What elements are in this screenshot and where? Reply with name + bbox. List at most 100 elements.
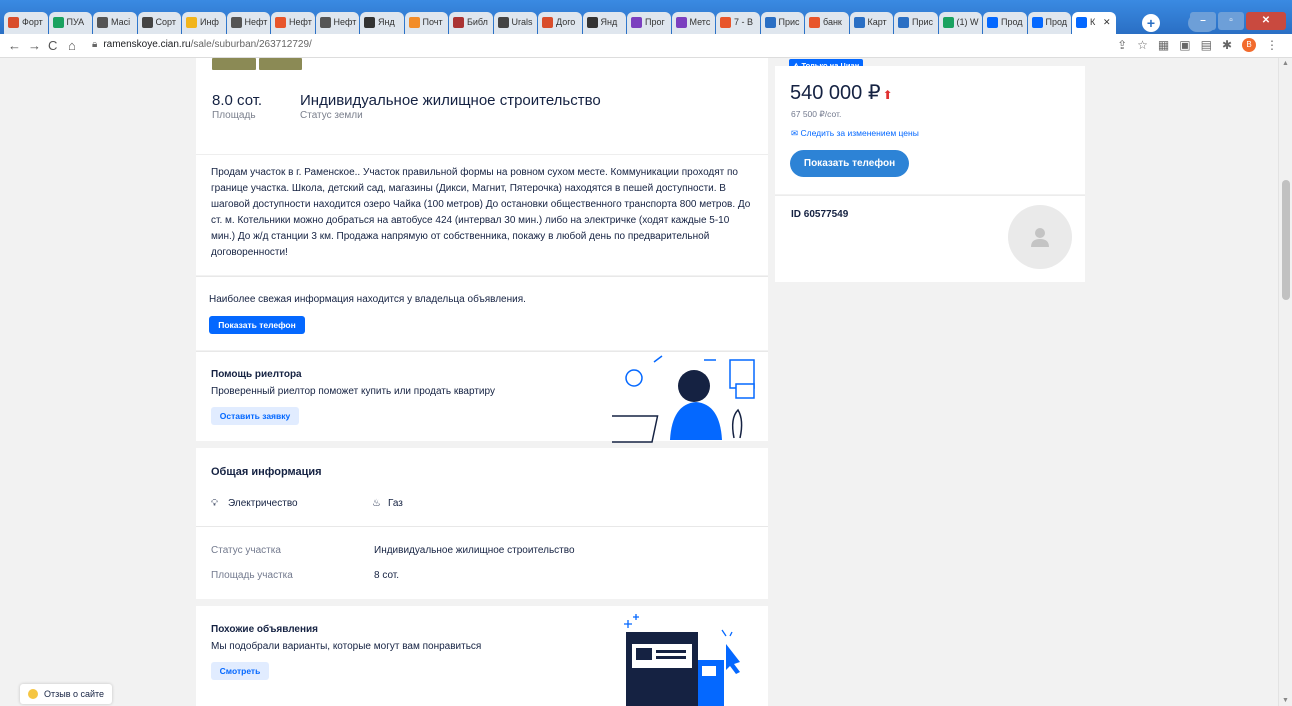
track-price-link[interactable]: ✉ Следить за изменением цены	[791, 128, 919, 139]
browser-tab[interactable]: Прод	[983, 12, 1027, 34]
page-scrollbar[interactable]: ▲ ▼	[1278, 58, 1292, 706]
tab-favicon-icon	[52, 17, 64, 28]
tab-label: Сорт	[155, 17, 176, 27]
browser-tab[interactable]: Прод	[1027, 12, 1071, 34]
page-viewport: 8.0 сот. Площадь Индивидуальное жилищное…	[0, 58, 1278, 706]
browser-tab[interactable]: Нефт	[315, 12, 359, 34]
extension-icon[interactable]: ▦	[1158, 38, 1169, 52]
site-feedback-button[interactable]: Отзыв о сайте	[20, 684, 113, 704]
photo-thumbnails[interactable]	[212, 58, 302, 70]
forward-icon[interactable]: →	[28, 38, 41, 53]
tab-label: К	[1090, 17, 1096, 27]
browser-tab[interactable]: Прис	[760, 12, 804, 34]
browser-tab[interactable]: Янд	[360, 12, 404, 34]
tab-favicon-icon	[809, 17, 820, 28]
browser-tab[interactable]: (1) W	[938, 12, 982, 34]
tab-favicon-icon	[942, 17, 954, 28]
browser-tab[interactable]: Янд	[582, 12, 626, 34]
extension-icon[interactable]: ▣	[1179, 38, 1190, 52]
new-tab-button[interactable]: +	[1142, 14, 1160, 32]
tab-label: Прод	[1001, 17, 1023, 27]
leave-request-button[interactable]: Оставить заявку	[211, 407, 299, 425]
tab-label: Прис	[912, 17, 934, 27]
tab-label: Прод	[1045, 17, 1068, 27]
address-bar: ← → C ⌂ 🔒︎ ramenskoye.cian.ru/sale/suburb…	[0, 34, 1292, 58]
realtor-title: Помощь риелтора	[211, 369, 302, 380]
back-icon[interactable]: ←	[8, 38, 21, 53]
browser-tab[interactable]: Дого	[538, 12, 582, 34]
browser-tab[interactable]: Инф	[182, 12, 226, 34]
scroll-up-icon[interactable]: ▲	[1282, 60, 1289, 67]
close-tab-icon[interactable]: ✕	[1103, 17, 1111, 28]
tab-label: Urals	[511, 17, 533, 27]
browser-tab[interactable]: Прис	[894, 12, 938, 34]
browser-tab[interactable]: Форт	[4, 12, 48, 34]
tab-favicon-icon	[497, 17, 509, 28]
tab-favicon-icon	[8, 17, 19, 28]
electricity-label: Электричество	[228, 498, 298, 509]
tab-favicon-icon	[853, 17, 865, 28]
url-field[interactable]: 🔒︎ ramenskoye.cian.ru/sale/suburban/26371…	[92, 39, 312, 50]
smile-icon	[28, 689, 38, 699]
maximize-button[interactable]: ▫	[1218, 12, 1244, 30]
home-icon[interactable]: ⌂	[68, 38, 76, 53]
tab-label: Нефт	[333, 17, 357, 27]
browser-tab[interactable]: ПУА	[48, 12, 92, 34]
gas-label: Газ	[388, 498, 403, 509]
tab-label: Нефт	[244, 17, 268, 27]
show-phone-big-button[interactable]: Показать телефон	[790, 150, 909, 177]
show-phone-button[interactable]: Показать телефон	[209, 316, 305, 334]
tab-label: Дого	[556, 17, 576, 27]
tab-favicon-icon	[987, 17, 998, 28]
similar-title: Похожие объявления	[211, 624, 319, 635]
profile-avatar[interactable]: В	[1242, 38, 1256, 52]
browser-tab[interactable]: Карт	[849, 12, 893, 34]
tab-favicon-icon	[275, 17, 286, 28]
plot-area-label: Площадь участка	[211, 570, 293, 581]
lock-icon: 🔒︎	[92, 39, 98, 50]
listing-id: ID 60577549	[791, 209, 849, 220]
photo-thumbnail[interactable]	[258, 58, 302, 70]
photo-thumbnail[interactable]	[212, 58, 256, 70]
tab-label: банк	[823, 17, 842, 27]
extension-icon[interactable]: ▤	[1201, 38, 1212, 52]
tab-favicon-icon	[542, 17, 553, 28]
fresh-info-text: Наиболее свежая информация находится у в…	[209, 294, 526, 305]
tab-favicon-icon	[408, 17, 420, 28]
browser-tab[interactable]: Сорт	[137, 12, 181, 34]
similar-illustration	[624, 614, 740, 706]
view-similar-button[interactable]: Смотреть	[211, 662, 269, 680]
bookmark-star-icon[interactable]: ☆	[1137, 38, 1148, 52]
tab-label: Почт	[422, 17, 443, 27]
browser-tab[interactable]: К ✕	[1072, 12, 1116, 34]
extensions-puzzle-icon[interactable]: ✱	[1222, 38, 1232, 52]
plot-status-label: Статус участка	[211, 545, 281, 556]
browser-tab[interactable]: 7 - В	[716, 12, 760, 34]
browser-tab[interactable]: Нефт	[271, 12, 315, 34]
browser-tab[interactable]: банк	[805, 12, 849, 34]
gas-icon: ♨	[372, 498, 381, 509]
scrollbar-thumb[interactable]	[1282, 180, 1290, 300]
menu-dots-icon[interactable]: ⋮	[1266, 38, 1278, 52]
browser-tab[interactable]: Почт	[404, 12, 448, 34]
toolbar-icons: ⇪ ☆ ▦ ▣ ▤ ✱ В ⋮	[1117, 38, 1278, 52]
browser-tab[interactable]: Прог	[627, 12, 671, 34]
browser-tab[interactable]: Библ	[449, 12, 493, 34]
close-window-button[interactable]: ✕	[1246, 12, 1286, 30]
tab-label: Прис	[778, 17, 800, 27]
similar-subtitle: Мы подобрали варианты, которые могут вам…	[211, 641, 482, 652]
tab-favicon-icon	[186, 17, 197, 28]
area-value: 8.0 сот.	[212, 92, 263, 109]
browser-tab[interactable]: Urals	[493, 12, 537, 34]
browser-tab[interactable]: Метс	[671, 12, 715, 34]
browser-tab[interactable]: Масі	[93, 12, 137, 34]
scroll-down-icon[interactable]: ▼	[1282, 697, 1289, 704]
tab-label: Метс	[689, 17, 711, 27]
tab-label: Нефт	[289, 17, 312, 27]
tab-label: Янд	[600, 17, 618, 27]
tab-label: Инф	[200, 17, 219, 27]
share-icon[interactable]: ⇪	[1117, 38, 1127, 52]
minimize-button[interactable]: –	[1190, 12, 1216, 30]
browser-tab[interactable]: Нефт	[226, 12, 270, 34]
reload-icon[interactable]: C	[48, 38, 57, 53]
